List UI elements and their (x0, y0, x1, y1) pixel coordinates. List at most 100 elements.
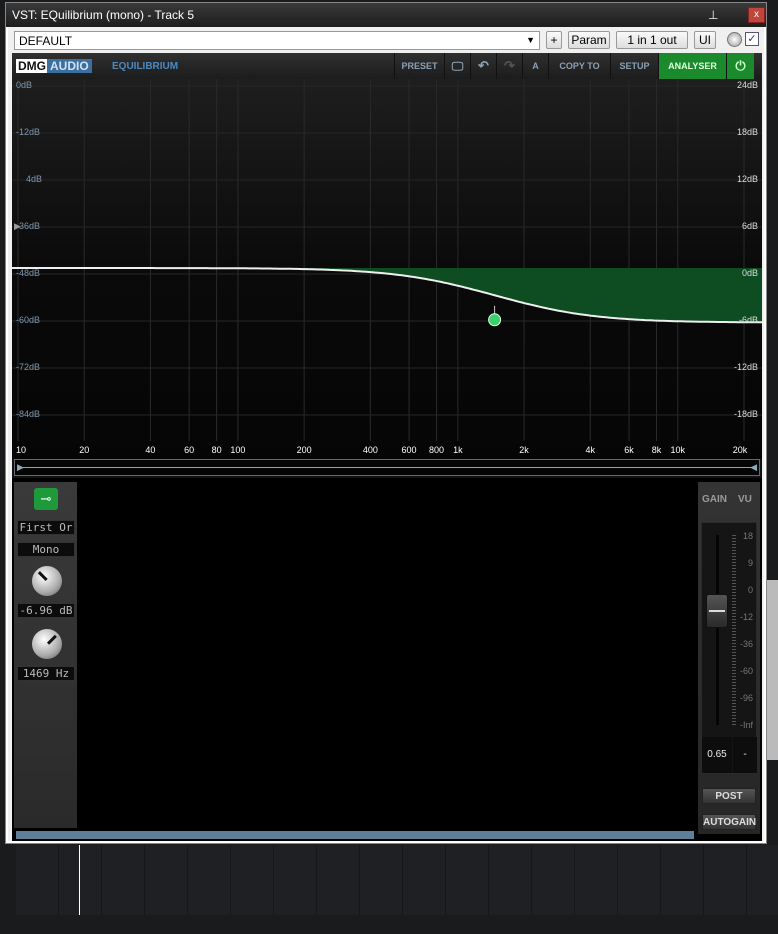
setup-button[interactable]: SETUP (610, 53, 658, 79)
frequency-knob[interactable] (32, 629, 62, 659)
db-label-left: -60dB (16, 315, 41, 325)
freq-label: 20 (79, 445, 90, 455)
db-label-left: 0dB (16, 80, 33, 90)
db-label-right: 6dB (741, 221, 758, 231)
freq-label: 600 (401, 445, 417, 455)
io-button[interactable]: 1 in 1 out (616, 31, 688, 49)
monitor-icon[interactable]: 🖵 (444, 53, 470, 79)
add-preset-button[interactable]: + (546, 31, 562, 49)
db-label-right: 0dB (741, 268, 758, 278)
host-toolbar: DEFAULT ▼ + Param 1 in 1 out UI ✓ (8, 27, 764, 53)
freq-label: 40 (145, 445, 156, 455)
freq-label: 1k (453, 445, 463, 455)
freq-label: 2k (519, 445, 529, 455)
ab-button[interactable]: A (522, 53, 548, 79)
gain-value[interactable]: 0.65 (702, 737, 732, 773)
range-line (20, 467, 754, 468)
vu-ticks (732, 535, 736, 725)
vu-scale-label: -60 (739, 666, 753, 676)
range-right-handle[interactable]: ◀ (750, 462, 757, 473)
band-frequency-value[interactable]: 1469 Hz (17, 666, 75, 681)
freq-label: 100 (230, 445, 246, 455)
band-channel[interactable]: Mono (17, 542, 75, 557)
eq-curve-svg[interactable] (12, 79, 762, 459)
vu-scale-label: -96 (739, 693, 753, 703)
freq-label: 20k (732, 445, 748, 455)
analyser-button[interactable]: ANALYSER (658, 53, 726, 79)
vu-scale-label: 18 (742, 531, 753, 541)
gain-panel: GAIN VU 18 9 0 -12 -36 -60 -96 -Inf 0.65 - POST… (698, 482, 760, 834)
equilibrium-plugin: DMG AUDIO EQUILIBRIUM PRESET 🖵 ↶ ↷ A COP… (12, 53, 762, 841)
wet-knob-icon[interactable] (727, 32, 742, 47)
band-scrollbar[interactable] (16, 831, 694, 839)
band-strip: ⊸ First Or Mono -6.96 dB 1469 Hz (14, 482, 77, 828)
db-label-left: -72dB (16, 362, 41, 372)
vu-scale-label: -36 (739, 639, 753, 649)
frequency-range-scrollbar[interactable]: ▶ ◀ (14, 459, 760, 476)
freq-label: 6k (624, 445, 634, 455)
plugin-window: VST: EQuilibrium (mono) - Track 5 ⊥ x DE… (5, 2, 767, 844)
close-button[interactable]: x (748, 7, 765, 23)
post-button[interactable]: POST (702, 788, 756, 804)
gain-meter: 18 9 0 -12 -36 -60 -96 -Inf 0.65 - (701, 522, 757, 774)
eq-graph[interactable]: 0dB -12dB 4dB -36dB -48dB -60dB -72dB -84dB ▶ 24d… (12, 79, 762, 459)
db-label-right: 18dB (736, 127, 758, 137)
freq-label: 4k (585, 445, 596, 455)
logo-audio: AUDIO (47, 59, 92, 73)
db-label-left: -12dB (16, 127, 41, 137)
gain-knob[interactable] (32, 566, 62, 596)
gain-fader-handle[interactable] (706, 594, 728, 628)
db-label-right: -18dB (733, 409, 758, 419)
ui-button[interactable]: UI (694, 31, 716, 49)
preset-button[interactable]: PRESET (394, 53, 444, 79)
vu-scale-label: 9 (747, 558, 753, 568)
vu-scale-label: -Inf (739, 720, 753, 730)
gain-label: GAIN (702, 494, 727, 505)
undo-icon[interactable]: ↶ (470, 53, 496, 79)
db-label-left: -84dB (16, 409, 41, 419)
daw-track-area (16, 845, 778, 915)
freq-label: 60 (184, 445, 195, 455)
db-label-right: -6dB (738, 315, 758, 325)
band-shape-icon[interactable]: ⊸ (34, 488, 58, 510)
vu-label: VU (738, 494, 752, 505)
fader-track[interactable] (716, 535, 719, 725)
plugin-header: DMG AUDIO EQUILIBRIUM PRESET 🖵 ↶ ↷ A COP… (12, 53, 762, 79)
preset-select[interactable]: DEFAULT ▼ (14, 31, 540, 50)
copy-to-button[interactable]: COPY TO (548, 53, 610, 79)
db-label-right: 24dB (736, 80, 758, 90)
playhead (79, 845, 80, 915)
band-gain-value[interactable]: -6.96 dB (17, 603, 75, 618)
title-bar[interactable]: VST: EQuilibrium (mono) - Track 5 ⊥ x (6, 3, 766, 27)
redo-icon[interactable]: ↷ (496, 53, 522, 79)
gain-fill (12, 268, 762, 323)
param-button[interactable]: Param (568, 31, 610, 49)
freq-label: 10 (15, 445, 27, 455)
vu-scale-label: 0 (747, 585, 753, 595)
db-label-left: -48dB (16, 268, 41, 278)
window-title: VST: EQuilibrium (mono) - Track 5 (12, 8, 195, 22)
freq-label: 200 (296, 445, 312, 455)
logo-dmg: DMG (16, 59, 48, 73)
vu-scale-label: -12 (739, 612, 753, 622)
waveform-strip (766, 580, 778, 760)
freq-label: 80 (211, 445, 222, 455)
autogain-button[interactable]: AUTOGAIN (702, 814, 756, 830)
freq-label: 400 (362, 445, 378, 455)
db-label-left: 4dB (26, 174, 43, 184)
db-label-right: -12dB (733, 362, 758, 372)
power-icon[interactable]: ⏻ (726, 53, 754, 79)
band-node[interactable] (488, 313, 502, 327)
range-left-handle[interactable]: ▶ (17, 462, 24, 473)
chevron-down-icon: ▼ (526, 35, 535, 45)
pin-icon[interactable]: ⊥ (708, 8, 718, 22)
band-type[interactable]: First Or (17, 520, 75, 535)
preset-value: DEFAULT (19, 34, 73, 48)
db-label-right: 12dB (736, 174, 758, 184)
freq-label: 800 (429, 445, 445, 455)
enable-checkbox[interactable]: ✓ (745, 32, 759, 46)
band-panel-area: ⊸ First Or Mono -6.96 dB 1469 Hz GAIN VU… (12, 478, 762, 841)
freq-label: 10k (670, 445, 686, 455)
vu-value: - (733, 737, 757, 773)
level-arrow-icon[interactable]: ▶ (14, 221, 21, 232)
